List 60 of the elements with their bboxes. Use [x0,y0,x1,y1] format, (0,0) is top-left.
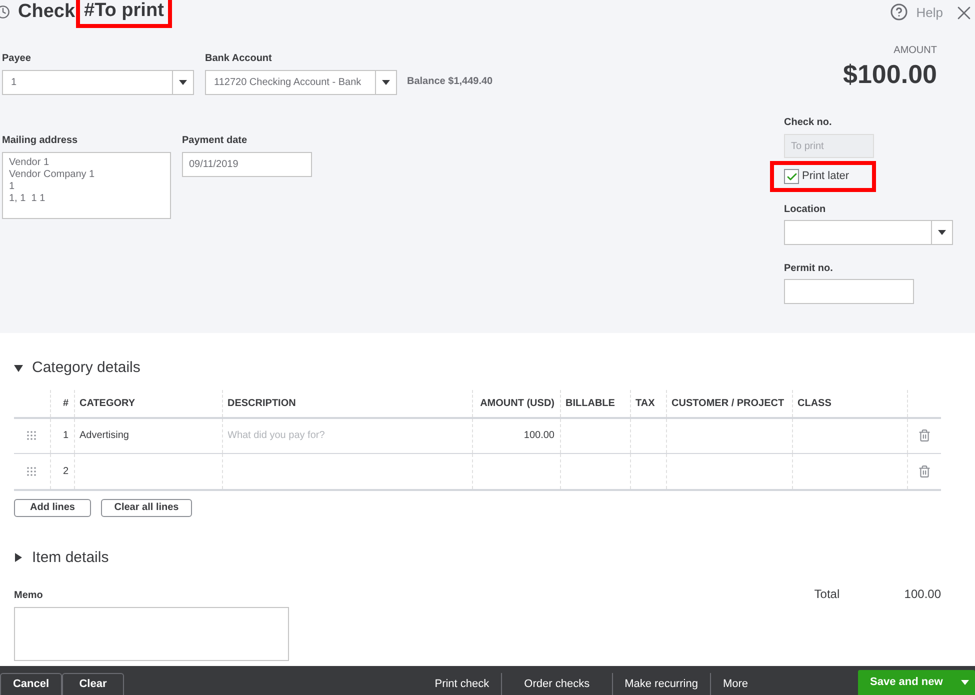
column-header: DESCRIPTION [228,398,296,408]
drag-handle-icon[interactable] [27,466,36,476]
balance-text: Balance $1,449.40 [407,75,493,89]
table-cell: Advertising [80,430,129,442]
field-label: Bank Account [205,52,273,66]
line-number: 2 [62,466,68,477]
clear-lines-button[interactable]: Clear all lines [101,498,192,516]
column-header: # [62,398,68,408]
delete-icon[interactable] [918,429,931,442]
caret-icon [961,680,969,685]
address-field[interactable]: Vendor 1 Vendor Company 1 1 1, 1 1 1 [2,152,171,219]
page-title: Check [18,2,76,22]
dropdown-field[interactable] [784,220,953,245]
table-cell: 100.00 [524,430,554,442]
history-icon[interactable] [0,5,10,19]
amount-value: $100.00 [843,59,937,89]
help-icon[interactable] [890,3,908,21]
drag-handle-icon[interactable] [27,431,36,440]
column-header: CLASS [798,398,832,408]
field-label: Mailing address [2,134,79,148]
add-lines-button[interactable]: Add lines [14,498,91,516]
caret-icon [382,80,390,85]
expand-triangle-icon[interactable] [14,553,23,562]
footer-link[interactable]: Order checks [501,673,612,695]
column-header: BILLABLE [566,398,615,408]
section-title[interactable]: Category details [32,357,140,380]
caret-icon [938,230,946,235]
field-label: Memo [14,589,44,603]
total-value: 100.00 [904,586,941,603]
cancel-button[interactable]: Cancel [0,673,62,695]
date-field[interactable]: 09/11/2019 [182,152,312,177]
print-later-checkbox[interactable] [784,169,799,184]
footer-link[interactable]: Make recurring [612,673,710,695]
total-label: Total [814,586,841,603]
footer-link[interactable]: More [710,673,760,695]
amount-label: AMOUNT [894,44,937,58]
caret-icon [179,80,187,85]
column-header: TAX [636,398,655,408]
check-number-title: #To print [76,0,172,28]
collapse-triangle-icon[interactable] [14,364,23,373]
column-header: CATEGORY [80,398,136,408]
dropdown-field[interactable]: 1 [2,70,194,95]
print-later-label: Print later [802,169,850,184]
memo-field[interactable] [14,607,289,661]
column-header: AMOUNT (USD) [480,398,554,408]
footer-link[interactable]: Print check [422,673,502,695]
check-icon [786,170,798,182]
column-header: CUSTOMER / PROJECT [672,398,784,408]
field-label: Permit no. [784,263,833,274]
field-label: Payment date [182,134,248,148]
delete-icon[interactable] [918,464,931,478]
line-number: 1 [62,430,68,442]
field-label: Check no. [784,116,833,130]
section-title[interactable]: Item details [32,546,109,569]
permit-number-field[interactable] [784,279,914,304]
dropdown-field[interactable]: 112720 Checking Account - Bank [205,70,397,95]
field-label: Payee [2,52,32,66]
description-field[interactable]: What did you pay for? [228,428,466,444]
field-label: Location [784,204,826,215]
clear-button[interactable]: Clear [62,673,124,695]
